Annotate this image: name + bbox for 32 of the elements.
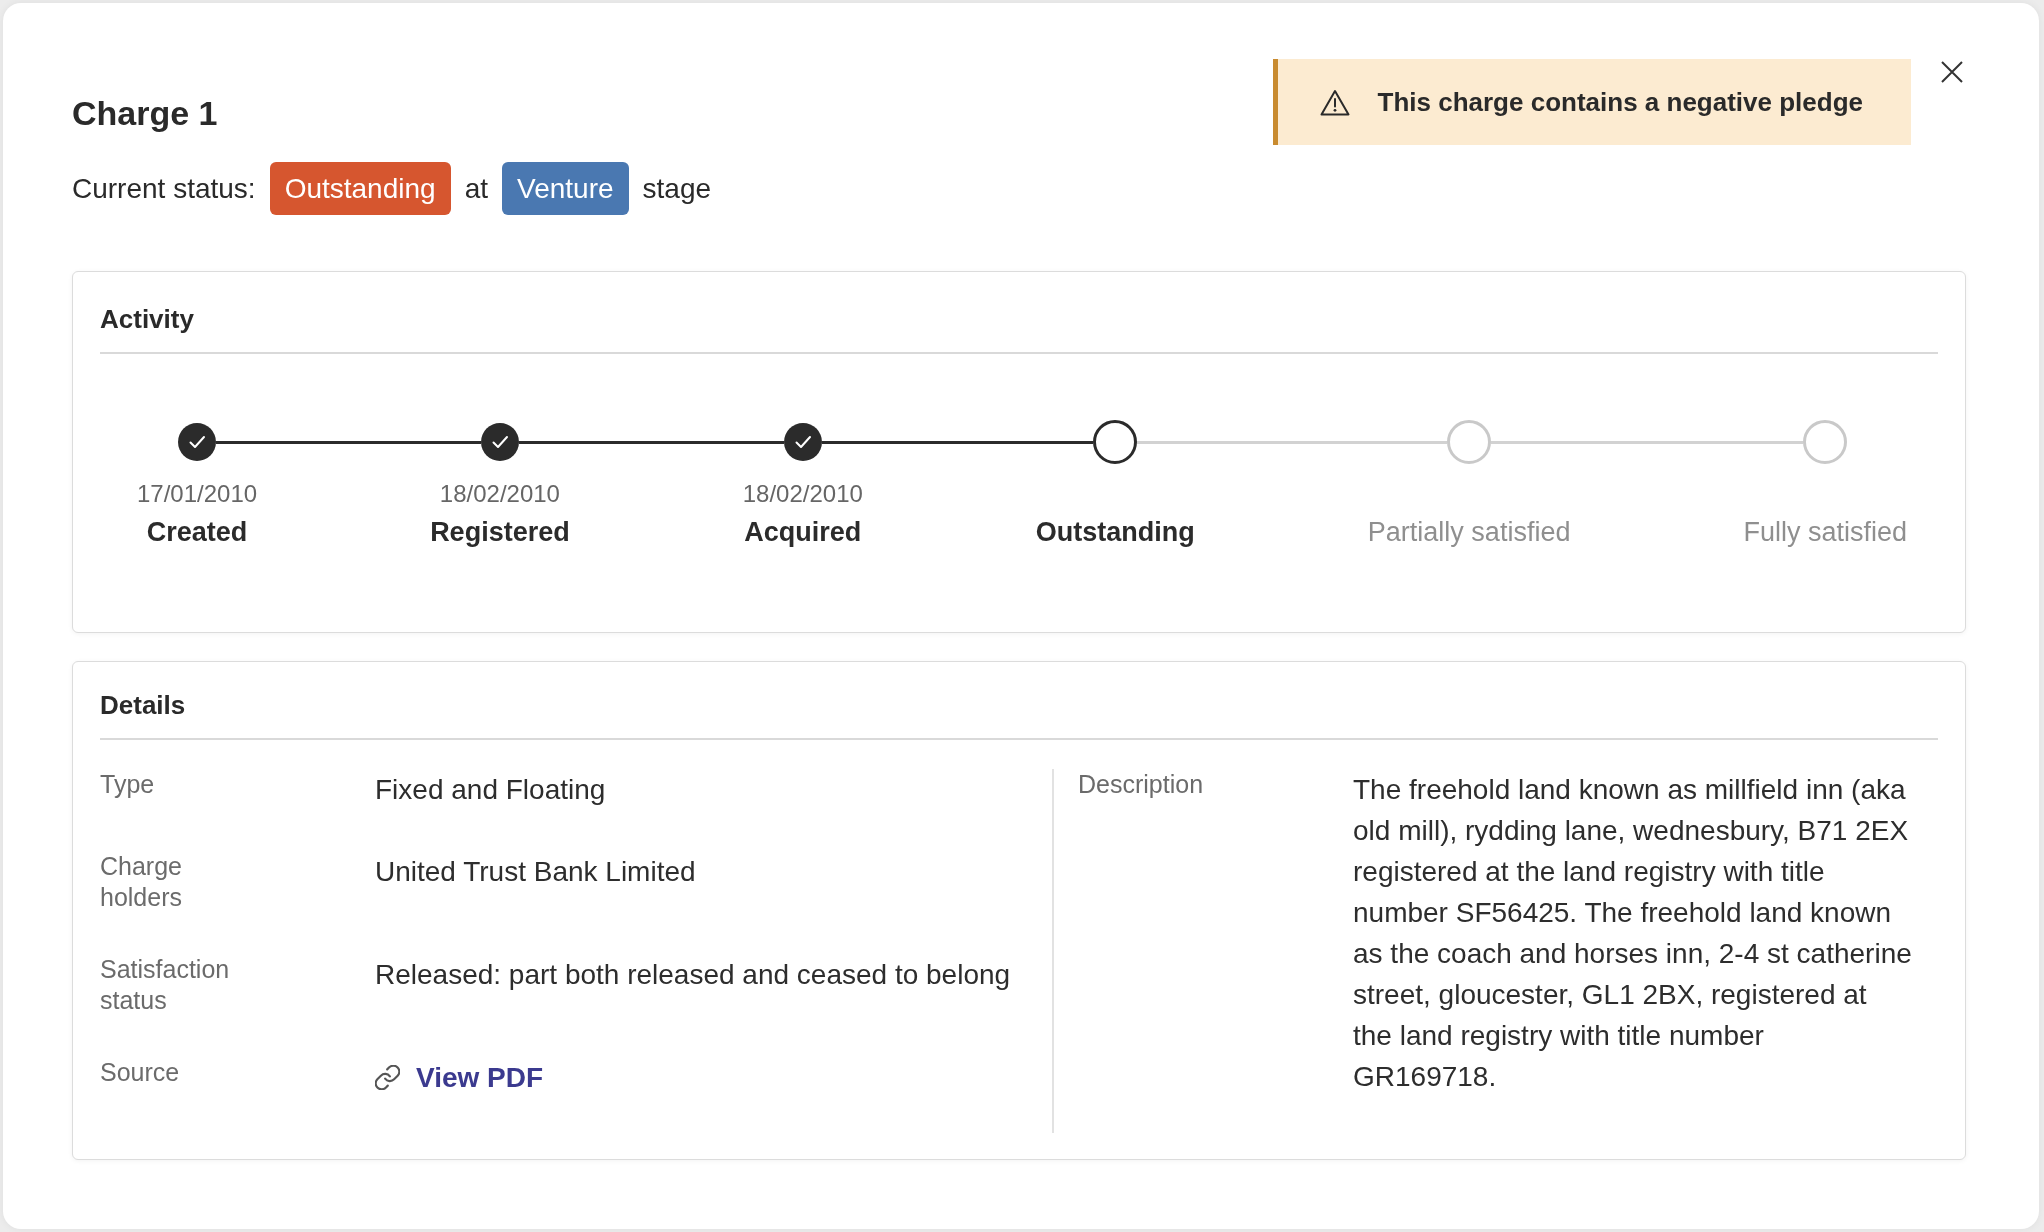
step-name: Partially satisfied <box>1367 516 1571 549</box>
link-icon <box>375 1065 400 1090</box>
step-name: Outstanding <box>1035 516 1195 549</box>
field-label: Satisfaction status <box>100 954 231 1016</box>
alert-text: This charge contains a negative pledge <box>1377 86 1863 119</box>
status-badge: Outstanding <box>269 162 451 215</box>
field-label: Source <box>100 1057 181 1088</box>
step-date: 17/01/2010 <box>137 479 258 509</box>
field-label: Type <box>100 769 156 800</box>
panel-heading: Details <box>100 689 186 722</box>
step-name: Created <box>146 516 248 549</box>
step-date: 18/02/2010 <box>439 479 560 509</box>
close-button[interactable] <box>1941 61 1963 83</box>
status-text: Current status: <box>72 171 256 206</box>
warning-icon <box>1319 88 1350 116</box>
field-label: Charge holders <box>100 851 183 913</box>
field-value: United Trust Bank Limited <box>375 855 696 889</box>
status-text: stage <box>642 171 712 206</box>
close-icon <box>1941 61 1963 83</box>
step-name: Acquired <box>744 516 862 549</box>
field-label: Description <box>1078 769 1205 800</box>
status-badge: Venture <box>502 162 629 215</box>
panel-heading: Activity <box>100 303 194 336</box>
dialog-title: Charge 1 <box>72 93 218 133</box>
step-name: Registered <box>430 516 570 549</box>
step-name: Fully satisfied <box>1743 516 1907 549</box>
source-link[interactable]: View PDF <box>375 1057 544 1098</box>
description-text: The freehold land known as millfield inn (aka old mill), rydding lane, wednesbury, B71 2EX registered at the land registry with title number SF56425. The freehold land known as the coach and horses inn, 2-4 st catherine street, gloucester, GL1 2BX, registered at the land registry with title number GR169718. <box>1353 773 1913 1094</box>
field-value: Released: part both released and ceased to belong <box>375 958 1011 992</box>
field-value: Fixed and Floating <box>375 773 606 807</box>
step-date: 18/02/2010 <box>742 479 863 509</box>
status-text: at <box>464 171 488 206</box>
